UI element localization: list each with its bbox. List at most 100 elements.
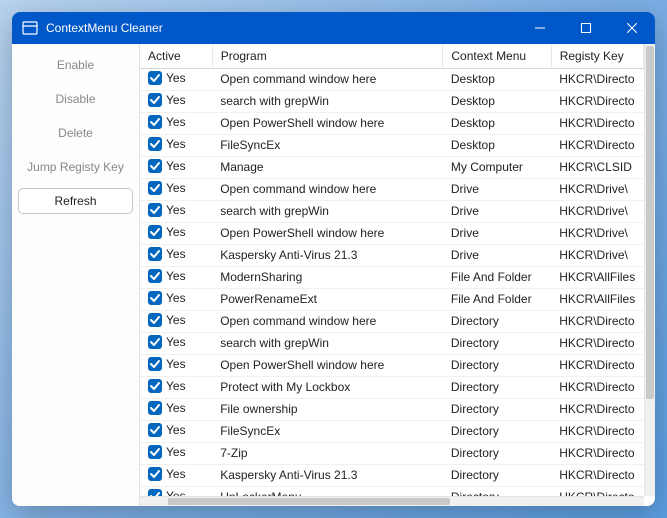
cell-active[interactable]: Yes <box>140 310 212 332</box>
cell-active[interactable]: Yes <box>140 244 212 266</box>
cell-active[interactable]: Yes <box>140 442 212 464</box>
cell-active[interactable]: Yes <box>140 398 212 420</box>
cell-active[interactable]: Yes <box>140 288 212 310</box>
table-row[interactable]: YesManageMy ComputerHKCR\CLSID <box>140 156 644 178</box>
active-checkbox[interactable]: Yes <box>148 312 186 328</box>
horizontal-scrollbar-thumb[interactable] <box>168 498 450 505</box>
cell-active[interactable]: Yes <box>140 90 212 112</box>
table-row[interactable]: YesKaspersky Anti-Virus 21.3DirectoryHKC… <box>140 464 644 486</box>
cell-active[interactable]: Yes <box>140 354 212 376</box>
table-row[interactable]: YesModernSharingFile And FolderHKCR\AllF… <box>140 266 644 288</box>
cell-context-menu: Directory <box>443 376 551 398</box>
cell-active[interactable]: Yes <box>140 178 212 200</box>
app-window: ContextMenu Cleaner Enable Disable Delet… <box>12 12 655 506</box>
vertical-scrollbar[interactable] <box>644 44 655 496</box>
cell-program: search with grepWin <box>212 332 443 354</box>
cell-registry-key: HKCR\Directo <box>551 134 643 156</box>
active-checkbox[interactable]: Yes <box>148 158 186 174</box>
checkmark-icon <box>148 467 162 481</box>
maximize-button[interactable] <box>563 12 609 44</box>
table-row[interactable]: Yessearch with grepWinDirectoryHKCR\Dire… <box>140 332 644 354</box>
table-row[interactable]: Yes FileSyncExDesktopHKCR\Directo <box>140 134 644 156</box>
refresh-button[interactable]: Refresh <box>18 188 133 214</box>
cell-registry-key: HKCR\Directo <box>551 90 643 112</box>
active-checkbox[interactable]: Yes <box>148 92 186 108</box>
cell-registry-key: HKCR\Drive\ <box>551 178 643 200</box>
table-row[interactable]: YesProtect with My LockboxDirectoryHKCR\… <box>140 376 644 398</box>
active-checkbox[interactable]: Yes <box>148 378 186 394</box>
table-row[interactable]: YesFile ownershipDirectoryHKCR\Directo <box>140 398 644 420</box>
active-checkbox[interactable]: Yes <box>148 356 186 372</box>
cell-context-menu: Desktop <box>443 90 551 112</box>
active-checkbox[interactable]: Yes <box>148 70 186 86</box>
active-checkbox[interactable]: Yes <box>148 488 186 497</box>
active-label: Yes <box>166 268 186 284</box>
cell-active[interactable]: Yes <box>140 112 212 134</box>
column-header-context-menu[interactable]: Context Menu <box>443 44 551 68</box>
cell-context-menu: Desktop <box>443 134 551 156</box>
table-row[interactable]: Yessearch with grepWinDesktopHKCR\Direct… <box>140 90 644 112</box>
active-checkbox[interactable]: Yes <box>148 114 186 130</box>
active-checkbox[interactable]: Yes <box>148 136 186 152</box>
column-header-active[interactable]: Active <box>140 44 212 68</box>
minimize-button[interactable] <box>517 12 563 44</box>
cell-active[interactable]: Yes <box>140 156 212 178</box>
cell-context-menu: Directory <box>443 398 551 420</box>
active-checkbox[interactable]: Yes <box>148 334 186 350</box>
vertical-scrollbar-thumb[interactable] <box>646 46 654 399</box>
horizontal-scrollbar[interactable] <box>140 496 644 506</box>
table-row[interactable]: Yes7-ZipDirectoryHKCR\Directo <box>140 442 644 464</box>
table-row[interactable]: YesPowerRenameExtFile And FolderHKCR\All… <box>140 288 644 310</box>
checkmark-icon <box>148 489 162 497</box>
cell-active[interactable]: Yes <box>140 332 212 354</box>
disable-button[interactable]: Disable <box>18 86 133 112</box>
enable-button[interactable]: Enable <box>18 52 133 78</box>
active-label: Yes <box>166 488 186 497</box>
checkmark-icon <box>148 71 162 85</box>
cell-active[interactable]: Yes <box>140 464 212 486</box>
cell-active[interactable]: Yes <box>140 200 212 222</box>
active-checkbox[interactable]: Yes <box>148 268 186 284</box>
table-row[interactable]: YesOpen command window hereDriveHKCR\Dri… <box>140 178 644 200</box>
active-label: Yes <box>166 202 186 218</box>
cell-active[interactable]: Yes <box>140 266 212 288</box>
cell-active[interactable]: Yes <box>140 376 212 398</box>
active-checkbox[interactable]: Yes <box>148 444 186 460</box>
cell-program: Open command window here <box>212 310 443 332</box>
table-row[interactable]: YesOpen command window hereDesktopHKCR\D… <box>140 68 644 90</box>
checkmark-icon <box>148 291 162 305</box>
cell-active[interactable]: Yes <box>140 68 212 90</box>
cell-active[interactable]: Yes <box>140 420 212 442</box>
table-row[interactable]: YesOpen command window hereDirectoryHKCR… <box>140 310 644 332</box>
active-checkbox[interactable]: Yes <box>148 400 186 416</box>
cell-active[interactable]: Yes <box>140 486 212 496</box>
cell-active[interactable]: Yes <box>140 134 212 156</box>
table-row[interactable]: Yes FileSyncExDirectoryHKCR\Directo <box>140 420 644 442</box>
cell-context-menu: Directory <box>443 442 551 464</box>
cell-context-menu: Drive <box>443 244 551 266</box>
table-row[interactable]: Yessearch with grepWinDriveHKCR\Drive\ <box>140 200 644 222</box>
active-checkbox[interactable]: Yes <box>148 224 186 240</box>
checkmark-icon <box>148 115 162 129</box>
column-header-registry-key[interactable]: Registy Key <box>551 44 643 68</box>
table-row[interactable]: YesOpen PowerShell window hereDesktopHKC… <box>140 112 644 134</box>
active-checkbox[interactable]: Yes <box>148 180 186 196</box>
table-row[interactable]: YesOpen PowerShell window hereDriveHKCR\… <box>140 222 644 244</box>
jump-registry-key-button[interactable]: Jump Registy Key <box>18 154 133 180</box>
active-checkbox[interactable]: Yes <box>148 202 186 218</box>
titlebar[interactable]: ContextMenu Cleaner <box>12 12 655 44</box>
active-checkbox[interactable]: Yes <box>148 422 186 438</box>
column-header-program[interactable]: Program <box>212 44 443 68</box>
table-row[interactable]: YesOpen PowerShell window hereDirectoryH… <box>140 354 644 376</box>
checkmark-icon <box>148 93 162 107</box>
close-button[interactable] <box>609 12 655 44</box>
cell-active[interactable]: Yes <box>140 222 212 244</box>
table-row[interactable]: YesKaspersky Anti-Virus 21.3DriveHKCR\Dr… <box>140 244 644 266</box>
checkmark-icon <box>148 401 162 415</box>
active-checkbox[interactable]: Yes <box>148 290 186 306</box>
table-row[interactable]: YesUnLockerMenuDirectoryHKCR\Directo <box>140 486 644 496</box>
delete-button[interactable]: Delete <box>18 120 133 146</box>
active-checkbox[interactable]: Yes <box>148 466 186 482</box>
active-checkbox[interactable]: Yes <box>148 246 186 262</box>
active-label: Yes <box>166 378 186 394</box>
